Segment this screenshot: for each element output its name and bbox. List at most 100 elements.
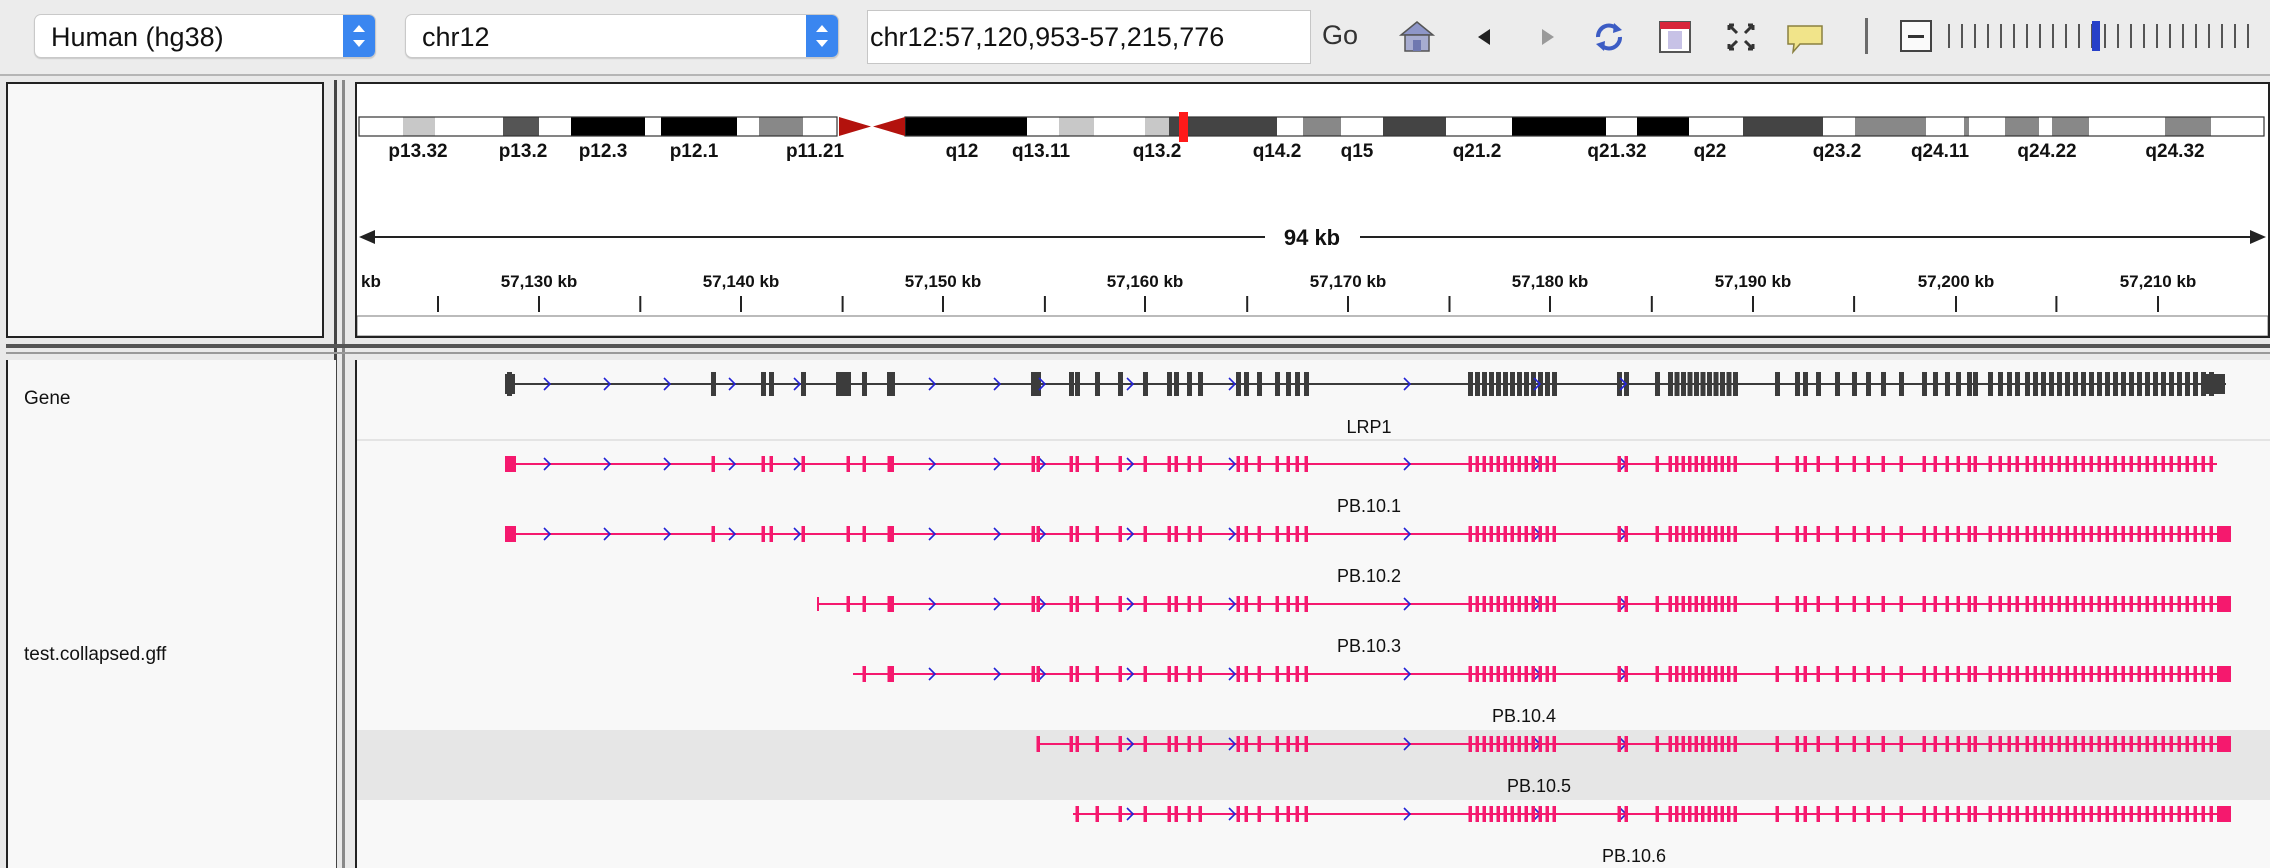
gene-exon xyxy=(1236,372,1241,396)
chromosome-dropdown-arrows-icon[interactable] xyxy=(806,15,838,57)
genome-dropdown[interactable]: Human (hg38) xyxy=(34,14,376,58)
exon xyxy=(1031,666,1035,682)
exon xyxy=(1714,806,1718,822)
ideogram-band xyxy=(503,117,539,136)
gene-exon xyxy=(2177,372,2182,396)
exon xyxy=(1899,666,1903,682)
exon xyxy=(1143,596,1147,612)
exon xyxy=(1468,736,1472,752)
gene-exon xyxy=(1655,372,1660,396)
track-data-panel[interactable]: LRP1 PB.10.1 PB.10.2 PB.10.3 PB.10.4 PB.10.5… xyxy=(355,360,2270,868)
exon xyxy=(1143,666,1147,682)
zoom-out-button[interactable] xyxy=(1900,20,1932,52)
exon xyxy=(2129,596,2133,612)
exon xyxy=(1295,806,1299,822)
zoom-slider-thumb[interactable] xyxy=(2092,21,2100,51)
gene-feature-lrp1[interactable] xyxy=(505,372,2226,396)
gene-exon xyxy=(2153,372,2158,396)
locus-input[interactable]: chr12:57,120,953-57,215,776 xyxy=(867,10,1311,64)
transcript-features[interactable]: PB.10.1 PB.10.2 PB.10.3 PB.10.4 PB.10.5 PB.10… xyxy=(505,456,2231,866)
exon xyxy=(1295,596,1299,612)
chromosome-ideogram[interactable] xyxy=(358,112,2265,142)
band-label: q21.2 xyxy=(1453,141,1502,162)
transcript-2[interactable]: PB.10.2 xyxy=(505,526,2231,586)
go-button[interactable]: Go xyxy=(1322,20,1358,51)
gene-exon xyxy=(1489,372,1494,396)
exon xyxy=(2209,526,2213,542)
current-region-marker[interactable] xyxy=(1179,112,1188,142)
panel-splitter[interactable] xyxy=(6,344,2270,348)
track-name-gff[interactable]: test.collapsed.gff xyxy=(24,644,166,666)
transcript-3[interactable]: PB.10.3 xyxy=(817,596,2231,656)
exon xyxy=(2033,736,2037,752)
exon xyxy=(1496,456,1500,472)
exon xyxy=(1998,456,2002,472)
exon xyxy=(2049,736,2053,752)
band-label: q14.2 xyxy=(1253,141,1302,162)
exon xyxy=(1304,806,1308,822)
exon xyxy=(1244,736,1248,752)
exon xyxy=(2089,456,2093,472)
exon xyxy=(1688,666,1692,682)
refresh-icon[interactable] xyxy=(1590,18,1628,56)
zoom-tick xyxy=(1987,24,1989,48)
exon xyxy=(1688,736,1692,752)
popup-info-icon[interactable] xyxy=(1784,18,1828,56)
track-name-gene[interactable]: Gene xyxy=(24,388,70,410)
transcript-1[interactable]: PB.10.1 xyxy=(505,456,2217,516)
exon xyxy=(1727,666,1731,682)
exon xyxy=(1286,596,1290,612)
exon xyxy=(1956,456,1960,472)
exon xyxy=(2145,526,2149,542)
home-icon[interactable] xyxy=(1398,18,1436,56)
exon xyxy=(1967,806,1971,822)
exon xyxy=(1681,806,1685,822)
gene-exon xyxy=(2015,372,2020,396)
exon-last xyxy=(2217,666,2231,682)
exon xyxy=(1118,526,1122,542)
zoom-slider[interactable] xyxy=(1942,18,2262,56)
exon xyxy=(1295,666,1299,682)
exon xyxy=(2153,596,2157,612)
band-label: q13.11 xyxy=(1012,141,1071,162)
exon xyxy=(2185,526,2189,542)
exon xyxy=(2113,736,2117,752)
exon xyxy=(1733,526,1737,542)
gene-exon xyxy=(2089,372,2094,396)
roi-icon[interactable] xyxy=(1656,18,1694,56)
exon xyxy=(1803,806,1807,822)
exon xyxy=(2161,526,2165,542)
exon xyxy=(1866,806,1870,822)
exon xyxy=(1945,596,1949,612)
gene-exon xyxy=(2007,372,2012,396)
exon xyxy=(1304,526,1308,542)
exon xyxy=(1835,526,1839,542)
exon xyxy=(1118,806,1122,822)
exon xyxy=(1988,456,1992,472)
exon xyxy=(1031,456,1035,472)
exon xyxy=(2007,806,2011,822)
tracks-svg[interactable]: LRP1 PB.10.1 PB.10.2 PB.10.3 PB.10.4 PB.10.5… xyxy=(357,360,2270,868)
gene-exon xyxy=(1707,372,1712,396)
chromosome-dropdown[interactable]: chr12 xyxy=(405,14,839,58)
ideogram-band xyxy=(539,117,571,136)
exon xyxy=(1727,736,1731,752)
forward-arrow-icon[interactable] xyxy=(1528,18,1566,56)
ideogram-ruler-svg[interactable]: p13.32 p13.2 p12.3 p12.1 p11.21 q12 q13.11 q13.… xyxy=(357,84,2268,336)
exon xyxy=(1503,736,1507,752)
genome-dropdown-arrows-icon[interactable] xyxy=(343,15,375,57)
resize-to-window-icon[interactable] xyxy=(1722,18,1760,56)
back-arrow-icon[interactable] xyxy=(1466,18,1504,56)
exon xyxy=(1694,666,1698,682)
exon xyxy=(1945,666,1949,682)
exon xyxy=(1236,456,1240,472)
transcript-4[interactable]: PB.10.4 xyxy=(853,666,2231,726)
exon xyxy=(1174,666,1178,682)
exon xyxy=(1036,526,1040,542)
ideogram-band xyxy=(1512,117,1606,136)
exon xyxy=(1617,806,1621,822)
exon xyxy=(1714,596,1718,612)
exon xyxy=(1655,736,1659,752)
transcript-6[interactable]: PB.10.6 xyxy=(1073,806,2231,866)
exon xyxy=(1675,526,1679,542)
